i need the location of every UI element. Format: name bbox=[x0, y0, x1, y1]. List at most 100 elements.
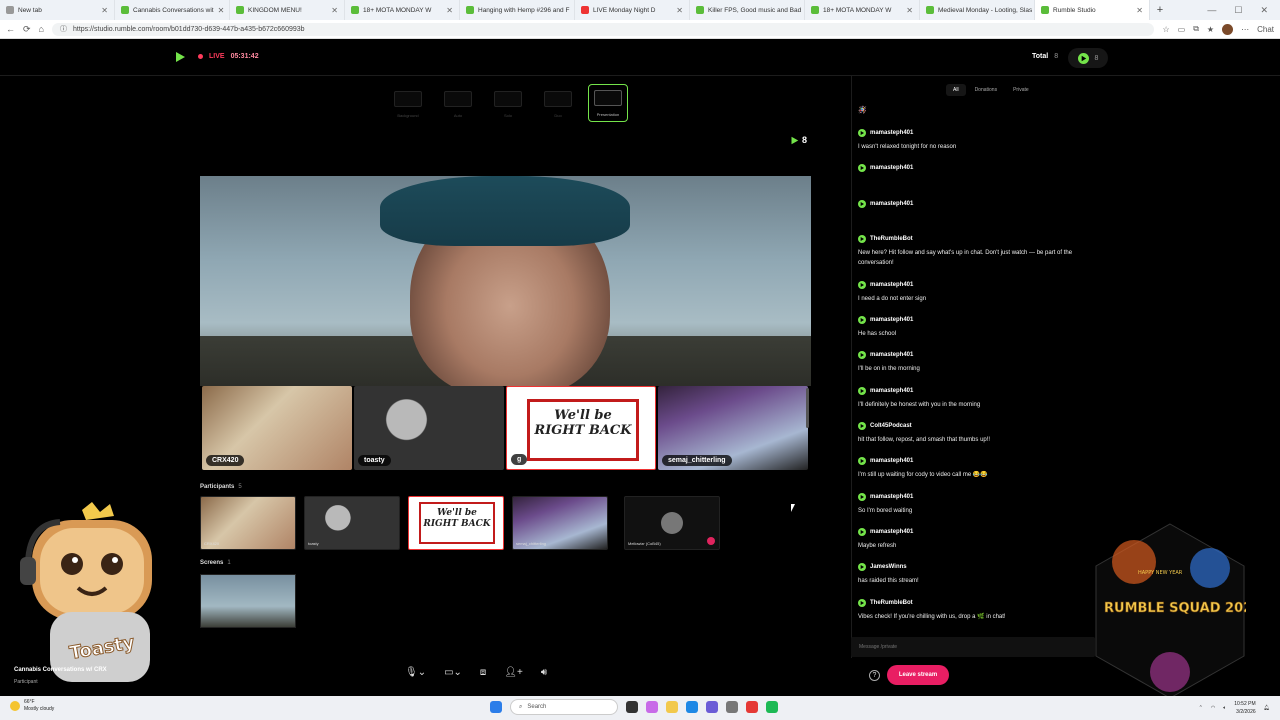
chat-user[interactable]: TheRumbleBot bbox=[858, 598, 1098, 607]
participants-list: CRX420 toasty We'll be RIGHT BACK semaj_… bbox=[200, 496, 720, 550]
edge-icon[interactable] bbox=[686, 701, 698, 713]
tray-chevron-icon[interactable]: ⌃ bbox=[1199, 704, 1203, 712]
browser-tab[interactable]: Cannabis Conversations wit ✕ bbox=[115, 0, 230, 20]
file-explorer-icon[interactable] bbox=[666, 701, 678, 713]
stage-tile[interactable]: CRX420 bbox=[202, 386, 352, 470]
split-screen-icon[interactable]: ▭ bbox=[1178, 25, 1186, 34]
stage-tile[interactable]: toasty bbox=[354, 386, 504, 470]
volume-icon[interactable]: 🔈︎ bbox=[1223, 704, 1226, 712]
chat-user[interactable]: TheRumbleBot bbox=[858, 234, 1098, 243]
share-screen-icon[interactable]: ⧈ bbox=[480, 667, 486, 678]
close-icon[interactable]: ✕ bbox=[446, 6, 453, 15]
browser-tab[interactable]: LIVE Monday Night D ✕ bbox=[575, 0, 690, 20]
browser-tab[interactable]: 18+ MOTA MONDAY W ✕ bbox=[805, 0, 920, 20]
rumble-logo-icon[interactable] bbox=[174, 51, 186, 63]
speaker-icon[interactable]: 🔊︎ bbox=[541, 667, 547, 678]
invite-icon[interactable]: 👤︎+ bbox=[504, 667, 523, 678]
discord-icon[interactable] bbox=[706, 701, 718, 713]
tab-private[interactable]: Private bbox=[1006, 84, 1036, 96]
layout-background[interactable]: Background bbox=[388, 84, 428, 122]
copilot-icon[interactable] bbox=[646, 701, 658, 713]
wifi-icon[interactable]: ◠ bbox=[1211, 704, 1215, 712]
chat-user[interactable]: mamasteph401 bbox=[858, 199, 1098, 208]
camera-icon[interactable]: ▭⌄ bbox=[444, 667, 462, 678]
maximize-icon[interactable]: ☐ bbox=[1234, 5, 1242, 16]
browser-tab[interactable]: 18+ MOTA MONDAY W ✕ bbox=[345, 0, 460, 20]
weather-widget[interactable]: 66°F Mostly cloudy bbox=[10, 699, 54, 713]
tab-donations[interactable]: Donations bbox=[968, 84, 1005, 96]
layout-duo[interactable]: Duo bbox=[538, 84, 578, 122]
rumble-viewers-pill[interactable]: 8 bbox=[1068, 48, 1108, 68]
profile-avatar[interactable] bbox=[1222, 23, 1234, 35]
leave-stream-button[interactable]: Leave stream bbox=[887, 665, 949, 685]
browser-tab[interactable]: KINGDOM MENU! ✕ bbox=[230, 0, 345, 20]
close-icon[interactable]: ✕ bbox=[676, 6, 683, 15]
chat-user[interactable]: Colt45Podcast bbox=[858, 422, 1098, 431]
chat-username: mamasteph401 bbox=[870, 493, 914, 500]
home-icon[interactable]: ⌂ bbox=[39, 24, 44, 34]
refresh-icon[interactable]: ⟳ bbox=[23, 24, 31, 35]
chat-user[interactable]: mamasteph401 bbox=[858, 457, 1098, 466]
chrome-icon[interactable] bbox=[746, 701, 758, 713]
extensions-icon[interactable]: ⧉ bbox=[1193, 24, 1199, 34]
browser-tab[interactable]: New tab ✕ bbox=[0, 0, 115, 20]
close-window-icon[interactable]: ✕ bbox=[1260, 5, 1268, 16]
browser-tab[interactable]: Hanging with Hemp #296 and F✕ bbox=[460, 0, 575, 20]
chat-user[interactable]: mamasteph401 bbox=[858, 164, 1098, 173]
layout-solo[interactable]: Solo bbox=[488, 84, 528, 122]
screen-share-tile[interactable] bbox=[200, 574, 296, 628]
chat-user[interactable]: JamesWinns bbox=[858, 563, 1098, 572]
chat-user[interactable]: mamasteph401 bbox=[858, 316, 1098, 325]
favorite-icon[interactable]: ☆ bbox=[1162, 25, 1169, 34]
presentation-stage[interactable] bbox=[200, 176, 811, 386]
microphone-icon[interactable]: 🎙︎⌄ bbox=[405, 667, 426, 678]
more-icon[interactable]: ⋯ bbox=[1241, 25, 1249, 34]
chat-user[interactable]: mamasteph401 bbox=[858, 129, 1098, 137]
close-icon[interactable]: ✕ bbox=[906, 6, 913, 15]
settings-icon[interactable] bbox=[726, 701, 738, 713]
task-view-icon[interactable] bbox=[626, 701, 638, 713]
new-tab-button[interactable]: + bbox=[1150, 4, 1170, 16]
chat-user[interactable]: mamasteph401 bbox=[858, 492, 1098, 501]
notifications-icon[interactable]: 🔔︎ bbox=[1264, 704, 1270, 712]
chat-user[interactable]: mamasteph401 bbox=[858, 351, 1098, 360]
browser-tab-active[interactable]: Rumble Studio ✕ bbox=[1035, 0, 1150, 20]
chat-message: mamasteph401 He has school bbox=[858, 316, 1098, 351]
stage-tile[interactable]: semaj_chitterling bbox=[658, 386, 808, 470]
tab-all[interactable]: All bbox=[946, 84, 966, 96]
minimize-icon[interactable]: — bbox=[1207, 5, 1216, 16]
participant-tile[interactable]: CRX420 bbox=[200, 496, 296, 550]
chat-user[interactable]: mamasteph401 bbox=[858, 280, 1098, 289]
layout-presentation[interactable]: Presentation bbox=[588, 84, 628, 122]
copilot-chat-button[interactable]: Chat bbox=[1257, 25, 1274, 34]
tab-label: Medieval Monday - Looting, Slas bbox=[938, 6, 1033, 14]
chat-input[interactable] bbox=[851, 637, 1095, 657]
start-icon[interactable] bbox=[490, 701, 502, 713]
spotify-icon[interactable] bbox=[766, 701, 778, 713]
tiles-scrollbar[interactable] bbox=[806, 388, 809, 428]
taskbar-search[interactable]: ⌕ Search bbox=[510, 699, 618, 715]
participant-tile[interactable]: Mellowizr (CoB45) bbox=[624, 496, 720, 550]
close-icon[interactable]: ✕ bbox=[1136, 6, 1143, 15]
participant-tile[interactable]: We'll be RIGHT BACK bbox=[408, 496, 504, 550]
site-info-icon[interactable]: ⓘ bbox=[60, 24, 67, 34]
layout-auto[interactable]: Auto bbox=[438, 84, 478, 122]
close-icon[interactable]: ✕ bbox=[101, 6, 108, 15]
url-field[interactable]: ⓘ https://studio.rumble.com/room/b01dd73… bbox=[51, 22, 1155, 36]
participant-tile[interactable]: toasty bbox=[304, 496, 400, 550]
help-icon[interactable]: ? bbox=[869, 670, 880, 681]
tab-label: LIVE Monday Night D bbox=[593, 6, 656, 14]
favorites-bar-icon[interactable]: ★ bbox=[1207, 25, 1214, 34]
chat-text: Vibes check! If you're chilling with us,… bbox=[858, 613, 1006, 620]
chat-user[interactable]: mamasteph401 bbox=[858, 386, 1098, 395]
clock[interactable]: 10:52 PM 3/2/2026 bbox=[1234, 700, 1255, 716]
participant-tile[interactable]: semaj_chitterling bbox=[512, 496, 608, 550]
stage-tile[interactable]: We'll be RIGHT BACK g bbox=[506, 386, 656, 470]
close-icon[interactable]: ✕ bbox=[218, 6, 225, 15]
layout-thumb bbox=[594, 90, 622, 106]
back-icon[interactable]: ← bbox=[6, 24, 15, 34]
chat-user[interactable]: mamasteph401 bbox=[858, 527, 1098, 536]
browser-tab[interactable]: Medieval Monday - Looting, Slas✕ bbox=[920, 0, 1035, 20]
browser-tab[interactable]: Killer FPS, Good music and Bad✕ bbox=[690, 0, 805, 20]
close-icon[interactable]: ✕ bbox=[331, 6, 338, 15]
